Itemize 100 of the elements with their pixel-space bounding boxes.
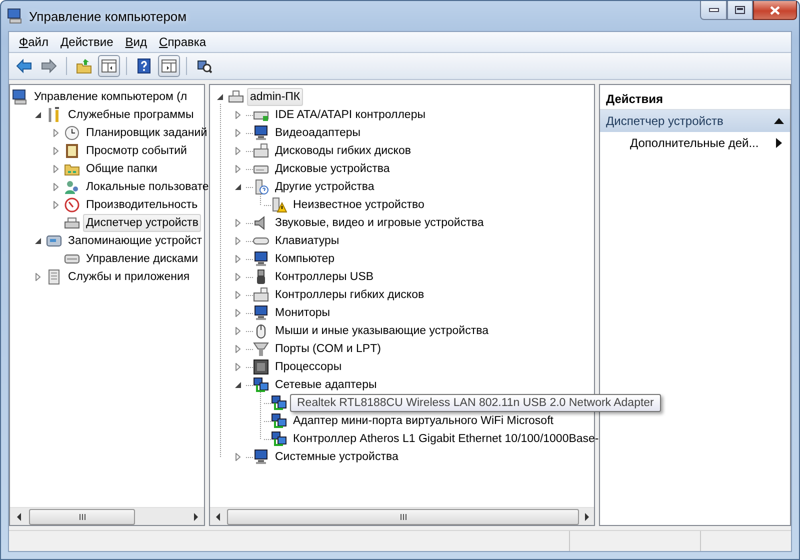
users-icon	[64, 179, 80, 195]
network-icon	[253, 377, 269, 393]
tree-item[interactable]: Управление дисками	[83, 250, 202, 268]
book-icon	[64, 143, 80, 159]
tree-item[interactable]: Процессоры	[272, 358, 345, 376]
tree-item[interactable]: Другие устройства	[272, 178, 378, 196]
floppy-drive-icon	[253, 143, 269, 159]
tree-item[interactable]: Мониторы	[272, 304, 334, 322]
collapsed-arrow-icon[interactable]	[52, 183, 60, 191]
collapsed-arrow-icon[interactable]	[234, 165, 242, 173]
collapsed-arrow-icon[interactable]	[234, 309, 242, 317]
tree-item[interactable]: Управление компьютером (л	[31, 88, 190, 106]
printer-icon	[64, 215, 80, 231]
tree-item[interactable]: Дисководы гибких дисков	[272, 142, 414, 160]
action-link[interactable]: Дополнительные дей...	[630, 136, 759, 150]
tree-item[interactable]: Дисковые устройства	[272, 160, 393, 178]
printer-icon	[228, 89, 244, 105]
tree-item[interactable]: Контроллеры USB	[272, 268, 377, 286]
window-title: Управление компьютером	[29, 8, 187, 24]
collapsed-arrow-icon[interactable]	[52, 165, 60, 173]
chip-icon	[253, 359, 269, 375]
menu-item[interactable]: Вид	[119, 35, 154, 49]
collapsed-arrow-icon[interactable]	[234, 111, 242, 119]
tree-item[interactable]: Просмотр событий	[83, 142, 190, 160]
computer-icon	[12, 89, 28, 105]
tree-item[interactable]: Контроллеры гибких дисков	[272, 286, 428, 304]
tree-item[interactable]: Звуковые, видео и игровые устройства	[272, 214, 487, 232]
menu-item[interactable]: Справка	[153, 35, 212, 49]
expanded-arrow-icon[interactable]	[34, 237, 42, 245]
gauge-icon	[64, 197, 80, 213]
tree-item[interactable]: Сетевые адаптеры	[272, 376, 380, 394]
network-icon	[271, 431, 287, 447]
menu-item[interactable]: Файл	[13, 35, 55, 49]
tree-item[interactable]: Системные устройства	[272, 448, 402, 466]
tree-item[interactable]: Запоминающие устройст	[65, 232, 206, 250]
right-arrow-icon	[584, 512, 590, 520]
computer-icon	[7, 8, 23, 24]
tooltip[interactable]: Realtek RTL8188CU Wireless LAN 802.11n USB 2.0 Network Adapter	[290, 394, 661, 412]
maximize-button[interactable]	[727, 1, 753, 20]
collapsed-arrow-icon[interactable]	[234, 147, 242, 155]
question-device-icon	[253, 179, 269, 195]
tree-item[interactable]: Службы и приложения	[65, 268, 193, 286]
scrollbar-thumb[interactable]	[227, 508, 579, 524]
tree-item[interactable]: Неизвестное устройство	[290, 196, 428, 214]
expanded-arrow-icon[interactable]	[234, 381, 242, 389]
collapsed-arrow-icon[interactable]	[234, 129, 242, 137]
expanded-arrow-icon[interactable]	[34, 111, 42, 119]
tree-item[interactable]: Производительность	[83, 196, 201, 214]
left-arrow-icon	[16, 512, 22, 520]
expanded-arrow-icon[interactable]	[234, 183, 242, 191]
right-arrow-icon	[192, 512, 198, 520]
tree-item[interactable]: Видеоадаптеры	[272, 124, 364, 142]
tree-item[interactable]: Клавиатуры	[272, 232, 342, 250]
collapsed-arrow-icon[interactable]	[234, 255, 242, 263]
tree-item[interactable]: Контроллер Atheros L1 Gigabit Ethernet 10/100/1000Base-	[290, 430, 602, 448]
tools-icon	[46, 107, 62, 123]
storage-icon	[46, 233, 62, 249]
services-icon	[46, 269, 62, 285]
tree-item[interactable]: Локальные пользовате	[83, 178, 212, 196]
collapsed-arrow-icon[interactable]	[234, 363, 242, 371]
maximize-icon	[735, 6, 745, 14]
collapsed-arrow-icon[interactable]	[234, 237, 242, 245]
collapsed-arrow-icon[interactable]	[234, 453, 242, 461]
left-arrow-icon	[214, 512, 220, 520]
tree-item[interactable]: Диспетчер устройств	[83, 214, 202, 232]
tree-item[interactable]: Планировщик заданий	[83, 124, 210, 142]
tree-item[interactable]: admin-ПК	[247, 88, 304, 106]
tree-item[interactable]: Компьютер	[272, 250, 338, 268]
menu-item[interactable]: Действие	[54, 35, 120, 49]
collapse-arrow-icon[interactable]	[774, 118, 784, 124]
expanded-arrow-icon[interactable]	[216, 93, 224, 101]
port-icon	[253, 341, 269, 357]
tree-item[interactable]: IDE ATA/ATAPI контроллеры	[272, 106, 428, 124]
tree-item[interactable]: Общие папки	[83, 160, 160, 178]
collapsed-arrow-icon[interactable]	[52, 129, 60, 137]
collapsed-arrow-icon[interactable]	[234, 345, 242, 353]
collapsed-arrow-icon[interactable]	[52, 201, 60, 209]
tree-item[interactable]: Адаптер мини-порта виртуального WiFi Microsoft	[290, 412, 556, 430]
collapsed-arrow-icon[interactable]	[234, 291, 242, 299]
collapsed-arrow-icon[interactable]	[52, 147, 60, 155]
actions-section-header[interactable]: Диспетчер устройств	[600, 110, 790, 132]
scrollbar-thumb[interactable]	[29, 508, 135, 524]
action-pane-button[interactable]	[158, 55, 180, 77]
collapsed-arrow-icon[interactable]	[234, 219, 242, 227]
tree-item[interactable]: Служебные программы	[65, 106, 197, 124]
tree-item[interactable]: Мыши и иные указывающие устройства	[272, 322, 492, 340]
network-icon	[271, 413, 287, 429]
collapsed-arrow-icon[interactable]	[34, 273, 42, 281]
close-icon	[770, 6, 780, 14]
tree-item[interactable]: Порты (COM и LPT)	[272, 340, 384, 358]
collapsed-arrow-icon[interactable]	[234, 273, 242, 281]
clock-icon	[64, 125, 80, 141]
collapsed-arrow-icon[interactable]	[234, 327, 242, 335]
floppy-drive-icon	[253, 287, 269, 303]
warning-icon	[271, 197, 287, 213]
section-title: Диспетчер устройств	[606, 114, 724, 128]
network-icon	[271, 395, 287, 411]
minimize-button[interactable]	[700, 1, 727, 20]
tree-pane-button[interactable]	[98, 55, 120, 77]
close-button[interactable]	[753, 1, 797, 20]
